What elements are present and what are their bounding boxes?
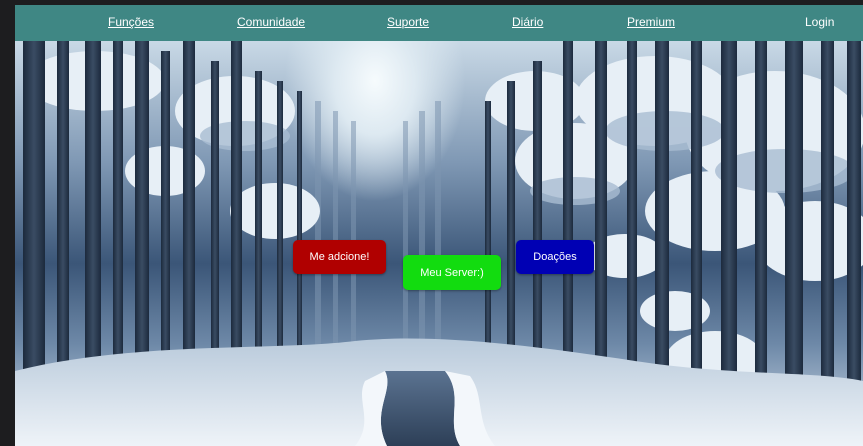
hero-background-snowy-forest bbox=[15, 41, 863, 446]
my-server-button[interactable]: Meu Server:) bbox=[403, 255, 501, 290]
snowy-forest-illustration bbox=[15, 41, 863, 446]
nav-link-funcoes[interactable]: Funções bbox=[108, 15, 154, 29]
add-me-button[interactable]: Me adcione! bbox=[293, 240, 386, 274]
login-link[interactable]: Login bbox=[805, 15, 834, 29]
nav-link-diario[interactable]: Diário bbox=[512, 15, 543, 29]
page-frame: Funções Comunidade Suporte Diário Premiu… bbox=[15, 5, 863, 446]
nav-link-suporte[interactable]: Suporte bbox=[387, 15, 429, 29]
donations-button[interactable]: Doações bbox=[516, 240, 594, 274]
nav-link-premium[interactable]: Premium bbox=[627, 15, 675, 29]
nav-link-comunidade[interactable]: Comunidade bbox=[237, 15, 305, 29]
top-navigation-bar: Funções Comunidade Suporte Diário Premiu… bbox=[15, 5, 863, 41]
